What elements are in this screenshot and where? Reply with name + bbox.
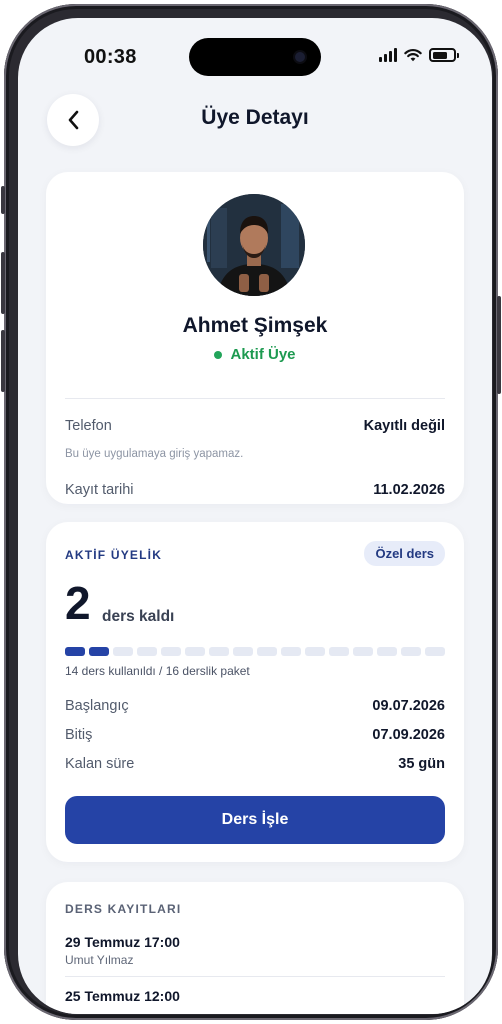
power-button (497, 296, 501, 394)
status-icons (379, 48, 459, 62)
divider (65, 398, 445, 399)
membership-section-title: AKTİF ÜYELİK (65, 548, 163, 562)
dynamic-island (189, 38, 321, 76)
progress-segment (113, 647, 133, 656)
log-lesson-button[interactable]: Ders İşle (65, 796, 445, 844)
avatar (203, 194, 305, 296)
phone-frame: 00:38 Üye Detayı Ahmet Şimşek Aktif Üye … (1, 4, 501, 1020)
cellular-signal-icon (379, 48, 397, 62)
progress-segment (425, 647, 445, 656)
progress-segment (137, 647, 157, 656)
progress-segment (305, 647, 325, 656)
end-label: Bitiş (65, 727, 93, 743)
remaining-time-row: Kalan süre 35 gün (65, 756, 445, 772)
remaining-time-value: 35 gün (398, 756, 445, 772)
member-name: Ahmet Şimşek (182, 314, 328, 337)
phone-row: Telefon Kayıtlı değil (65, 418, 445, 434)
progress-segment (209, 647, 229, 656)
lessons-section-title: DERS KAYITLARI (65, 902, 182, 916)
registered-value: 11.02.2026 (373, 482, 445, 498)
progress-segment (377, 647, 397, 656)
page-title: Üye Detayı (201, 106, 309, 129)
lesson-trainer: Umut Yılmaz (65, 953, 134, 967)
status-label: Aktif Üye (230, 346, 296, 363)
remaining-lessons-count: 2 (65, 577, 91, 629)
phone-label: Telefon (65, 418, 112, 434)
membership-type-badge: Özel ders (364, 541, 445, 566)
start-value: 09.07.2026 (372, 698, 445, 714)
registered-row: Kayıt tarihi 11.02.2026 (65, 482, 445, 498)
member-photo (203, 194, 305, 296)
progress-segment (89, 647, 109, 656)
phone-value: Kayıtlı değil (363, 418, 445, 434)
login-note: Bu üye uygulamaya giriş yapamaz. (65, 448, 244, 460)
progress-segment (329, 647, 349, 656)
start-row: Başlangıç 09.07.2026 (65, 698, 445, 714)
divider (65, 976, 445, 977)
remaining-time-label: Kalan süre (65, 756, 135, 772)
volume-up-button (1, 252, 5, 314)
progress-segment (65, 647, 85, 656)
progress-segment (257, 647, 277, 656)
lesson-datetime[interactable]: 29 Temmuz 17:00 (65, 934, 180, 950)
battery-icon (429, 48, 459, 62)
lesson-datetime[interactable]: 25 Temmuz 12:00 (65, 988, 180, 1004)
camera-icon (295, 52, 305, 62)
status-dot-icon (214, 350, 223, 359)
remaining-lessons-label: ders kaldı (102, 608, 175, 625)
usage-text: 14 ders kullanıldı / 16 derslik paket (65, 664, 250, 678)
end-row: Bitiş 07.09.2026 (65, 727, 445, 743)
app-screen: 00:38 Üye Detayı Ahmet Şimşek Aktif Üye … (18, 18, 492, 1014)
end-value: 07.09.2026 (372, 727, 445, 743)
lesson-records-card: DERS KAYITLARI 29 Temmuz 17:00 Umut Yılm… (46, 882, 464, 1014)
membership-card: AKTİF ÜYELİK Özel ders 2 ders kaldı 14 d… (46, 522, 464, 862)
profile-card: Ahmet Şimşek Aktif Üye Telefon Kayıtlı d… (46, 172, 464, 504)
member-status: Aktif Üye (46, 346, 464, 363)
start-label: Başlangıç (65, 698, 129, 714)
progress-segment (281, 647, 301, 656)
progress-segment (161, 647, 181, 656)
status-time: 00:38 (84, 46, 137, 68)
lesson-progress-bar (65, 647, 445, 656)
progress-segment (353, 647, 373, 656)
action-button (1, 186, 5, 214)
progress-segment (401, 647, 421, 656)
progress-segment (233, 647, 253, 656)
registered-label: Kayıt tarihi (65, 482, 134, 498)
wifi-icon (404, 49, 422, 62)
volume-down-button (1, 330, 5, 392)
progress-segment (185, 647, 205, 656)
